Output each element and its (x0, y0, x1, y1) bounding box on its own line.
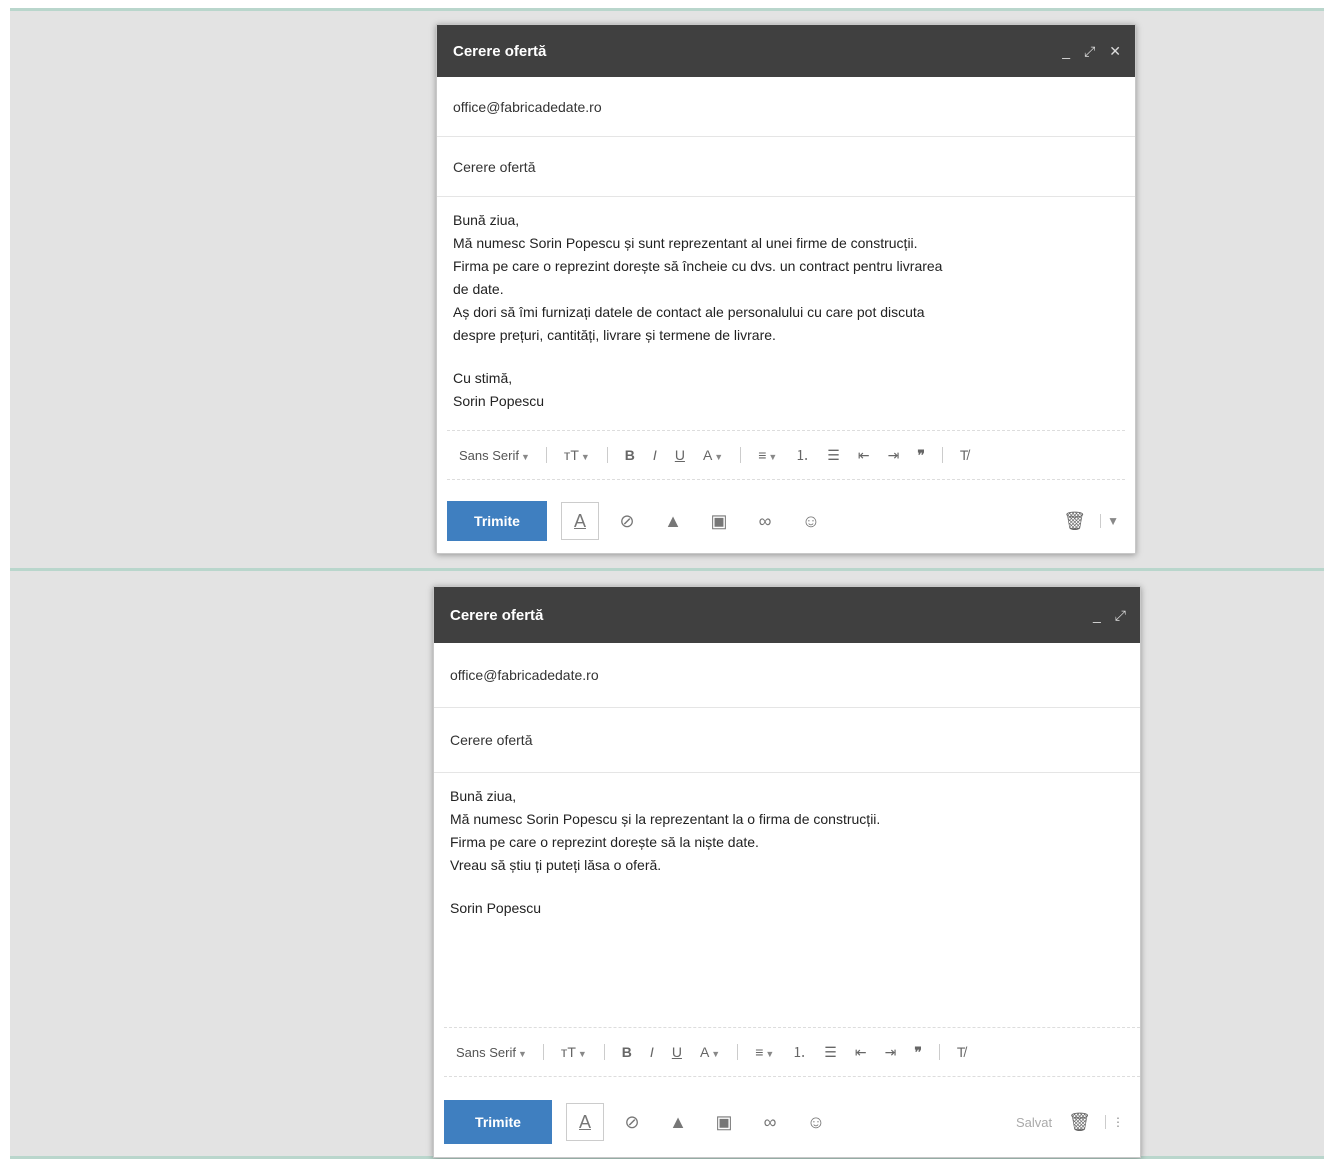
trash-icon[interactable]: 🗑 (1068, 1112, 1091, 1133)
remove-formatting-icon[interactable]: T̸ (957, 1044, 966, 1060)
to-field[interactable]: office@fabricadedate.ro (434, 643, 1140, 708)
minimize-icon[interactable]: _ (1093, 607, 1101, 623)
numbered-list-icon[interactable]: ⒈ (792, 1042, 806, 1062)
message-body[interactable]: Bună ziua, Mă numesc Sorin Popescu și su… (437, 197, 1135, 413)
send-button[interactable]: Trimite (444, 1100, 552, 1144)
minimize-icon[interactable]: _ (1062, 43, 1070, 59)
compose-titlebar[interactable]: Cerere ofertă _ ⤢ ✕ (437, 25, 1135, 77)
body-line: despre prețuri, cantități, livrare și te… (453, 327, 776, 343)
to-field[interactable]: office@fabricadedate.ro (437, 77, 1135, 137)
compose-titlebar[interactable]: Cerere ofertă _ ⤢ (434, 587, 1140, 643)
indent-more-icon[interactable]: ⇥ (888, 447, 900, 464)
indent-less-icon[interactable]: ⇤ (855, 1044, 867, 1061)
draft-saved-label: Salvat (1016, 1114, 1053, 1130)
compose-bottom-bar: Trimite A ⊘ ▲ ▣ ∞ ☺ 🗑 ▼ (437, 491, 1135, 551)
formatting-icon[interactable]: A (561, 502, 599, 540)
remove-formatting-icon[interactable]: T̸ (960, 447, 969, 463)
photo-icon[interactable]: ▣ (706, 1104, 742, 1140)
emoji-icon[interactable]: ☺ (793, 503, 829, 539)
drive-icon[interactable]: ▲ (660, 1104, 696, 1140)
compose-window: Cerere ofertă _ ⤢ office@fabricadedate.r… (433, 586, 1141, 1158)
formatting-icon[interactable]: A (566, 1103, 604, 1141)
bulleted-list-icon[interactable]: ☰ (824, 1044, 837, 1061)
more-options-icon[interactable]: ▼ (1100, 514, 1125, 528)
body-line: Firma pe care o reprezint dorește să înc… (453, 258, 943, 274)
align-icon[interactable]: ≡ ▼ (758, 447, 777, 463)
body-line: Mă numesc Sorin Popescu și la reprezenta… (450, 811, 881, 827)
text-size-icon[interactable]: ᴛT ▼ (564, 447, 590, 463)
screenshot-panel-1: Cerere ofertă _ ⤢ ✕ office@fabricadedate… (10, 8, 1324, 571)
body-line: Bună ziua, (450, 788, 517, 804)
compose-title: Cerere ofertă (453, 42, 547, 60)
indent-more-icon[interactable]: ⇥ (885, 1044, 897, 1061)
subject-field[interactable]: Cerere ofertă (437, 137, 1135, 197)
underline-icon[interactable]: U (672, 1044, 682, 1060)
italic-icon[interactable]: I (653, 447, 657, 463)
compose-bottom-bar: Trimite A ⊘ ▲ ▣ ∞ ☺ Salvat 🗑 ⋮ (434, 1092, 1140, 1152)
body-line: Sorin Popescu (453, 393, 545, 409)
expand-icon[interactable]: ⤢ (1115, 607, 1126, 624)
text-color-icon[interactable]: A ▼ (700, 1044, 720, 1060)
body-line: Vreau să știu ți puteți lăsa o oferă. (450, 857, 662, 873)
body-line: Aș dori să îmi furnizați datele de conta… (453, 304, 925, 320)
drive-icon[interactable]: ▲ (655, 503, 691, 539)
body-line: Sorin Popescu (450, 900, 542, 916)
more-options-icon[interactable]: ⋮ (1105, 1115, 1130, 1129)
align-icon[interactable]: ≡ ▼ (755, 1044, 774, 1060)
send-button[interactable]: Trimite (447, 501, 547, 541)
underline-icon[interactable]: U (675, 447, 685, 463)
bold-icon[interactable]: B (622, 1044, 632, 1060)
photo-icon[interactable]: ▣ (701, 503, 737, 539)
quote-icon[interactable]: ❞ (917, 447, 925, 464)
expand-icon[interactable]: ⤢ (1084, 43, 1095, 60)
link-icon[interactable]: ∞ (752, 1104, 788, 1140)
formatting-toolbar: Sans Serif ▼ ᴛT ▼ B I U A ▼ ≡ ▼ ⒈ ☰ ⇤ ⇥ ❞ T̸ (444, 1027, 1140, 1077)
numbered-list-icon[interactable]: ⒈ (795, 445, 809, 465)
compose-window: Cerere ofertă _ ⤢ ✕ office@fabricadedate… (436, 24, 1136, 554)
attach-icon[interactable]: ⊘ (609, 503, 645, 539)
message-body[interactable]: Bună ziua, Mă numesc Sorin Popescu și la… (434, 773, 1140, 920)
compose-title: Cerere ofertă (450, 606, 544, 624)
quote-icon[interactable]: ❞ (914, 1044, 922, 1061)
italic-icon[interactable]: I (650, 1044, 654, 1060)
text-size-icon[interactable]: ᴛT ▼ (561, 1044, 587, 1060)
emoji-icon[interactable]: ☺ (798, 1104, 834, 1140)
text-color-icon[interactable]: A ▼ (703, 447, 723, 463)
trash-icon[interactable]: 🗑 (1063, 511, 1086, 532)
formatting-toolbar: Sans Serif ▼ ᴛT ▼ B I U A ▼ ≡ ▼ ⒈ ☰ ⇤ ⇥ ❞ T̸ (447, 430, 1125, 480)
bold-icon[interactable]: B (625, 447, 635, 463)
attach-icon[interactable]: ⊘ (614, 1104, 650, 1140)
body-line: Cu stimă, (453, 370, 513, 386)
link-icon[interactable]: ∞ (747, 503, 783, 539)
bulleted-list-icon[interactable]: ☰ (827, 447, 840, 464)
close-icon[interactable]: ✕ (1109, 43, 1121, 60)
body-line: Mă numesc Sorin Popescu și sunt reprezen… (453, 235, 918, 251)
indent-less-icon[interactable]: ⇤ (858, 447, 870, 464)
body-line: Bună ziua, (453, 212, 520, 228)
subject-field[interactable]: Cerere ofertă (434, 708, 1140, 773)
body-line: Firma pe care o reprezint dorește să la … (450, 834, 759, 850)
body-line: de date. (453, 281, 504, 297)
font-select[interactable]: Sans Serif ▼ (459, 448, 530, 463)
font-select[interactable]: Sans Serif ▼ (456, 1045, 527, 1060)
screenshot-panel-2: Cerere ofertă _ ⤢ office@fabricadedate.r… (10, 568, 1324, 1159)
